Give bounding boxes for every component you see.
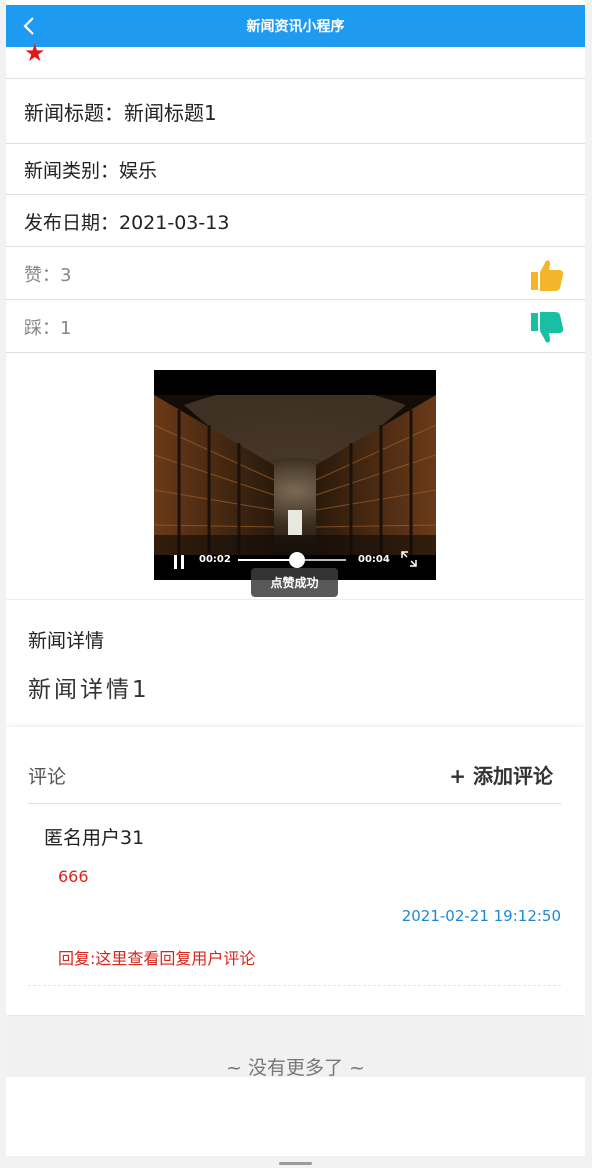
video-section: 00:02 00:04 bbox=[6, 353, 585, 600]
pause-icon bbox=[181, 555, 184, 569]
comment-text: 666 bbox=[58, 867, 89, 886]
comments-heading: 评论 bbox=[28, 766, 67, 788]
favorite-star-icon[interactable]: ★ bbox=[24, 41, 46, 65]
divider bbox=[28, 985, 561, 986]
news-date: 发布日期：2021-03-13 bbox=[24, 211, 230, 234]
news-title-row: 新闻标题：新闻标题1 bbox=[6, 79, 585, 144]
detail-body: 新闻详情1 bbox=[28, 677, 150, 703]
nav-bar: 新闻资讯小程序 bbox=[6, 5, 585, 47]
video-current-time: 00:02 bbox=[199, 554, 231, 565]
detail-heading: 新闻详情 bbox=[28, 630, 105, 652]
comment-user: 匿名用户31 bbox=[44, 827, 145, 849]
back-button[interactable] bbox=[16, 13, 42, 39]
dislikes-row: 踩：1 bbox=[6, 301, 585, 353]
likes-count: 赞：3 bbox=[24, 264, 72, 286]
pause-button[interactable] bbox=[174, 554, 188, 573]
fullscreen-icon[interactable] bbox=[400, 550, 418, 568]
video-progress-handle[interactable] bbox=[289, 552, 306, 568]
news-title: 新闻标题：新闻标题1 bbox=[24, 100, 217, 125]
toast-message: 点赞成功 bbox=[251, 568, 338, 597]
video-duration: 00:04 bbox=[358, 554, 390, 565]
news-category: 新闻类别：娱乐 bbox=[24, 160, 158, 182]
news-category-row: 新闻类别：娱乐 bbox=[6, 145, 585, 195]
favorite-row: ★ bbox=[6, 41, 585, 79]
back-icon bbox=[23, 17, 34, 35]
video-player[interactable]: 00:02 00:04 bbox=[154, 370, 436, 580]
view-replies-link[interactable]: 回复:这里查看回复用户评论 bbox=[58, 945, 255, 969]
scroll-handle[interactable] bbox=[279, 1162, 312, 1165]
dislikes-count: 踩：1 bbox=[24, 317, 72, 339]
add-comment-button[interactable]: + 添加评论 bbox=[449, 760, 553, 789]
news-date-row: 发布日期：2021-03-13 bbox=[6, 196, 585, 247]
page-title: 新闻资讯小程序 bbox=[246, 19, 345, 35]
thumbs-up-icon[interactable] bbox=[529, 258, 565, 292]
likes-row: 赞：3 bbox=[6, 248, 585, 300]
divider bbox=[28, 803, 561, 804]
app-frame: 新闻资讯小程序 ★ 新闻标题：新闻标题1 新闻类别：娱乐 发布日期：2021-0… bbox=[6, 0, 585, 1156]
comment-time: 2021-02-21 19:12:50 bbox=[401, 907, 561, 925]
comments-card: 评论 + 添加评论 匿名用户31 666 2021-02-21 19:12:50… bbox=[6, 727, 585, 1015]
video-progress-bar[interactable] bbox=[238, 552, 346, 568]
no-more-text: ~ 没有更多了 ~ bbox=[226, 1057, 365, 1079]
pause-icon bbox=[174, 555, 177, 569]
thumbs-down-icon[interactable] bbox=[529, 311, 565, 345]
video-frame bbox=[154, 395, 436, 555]
